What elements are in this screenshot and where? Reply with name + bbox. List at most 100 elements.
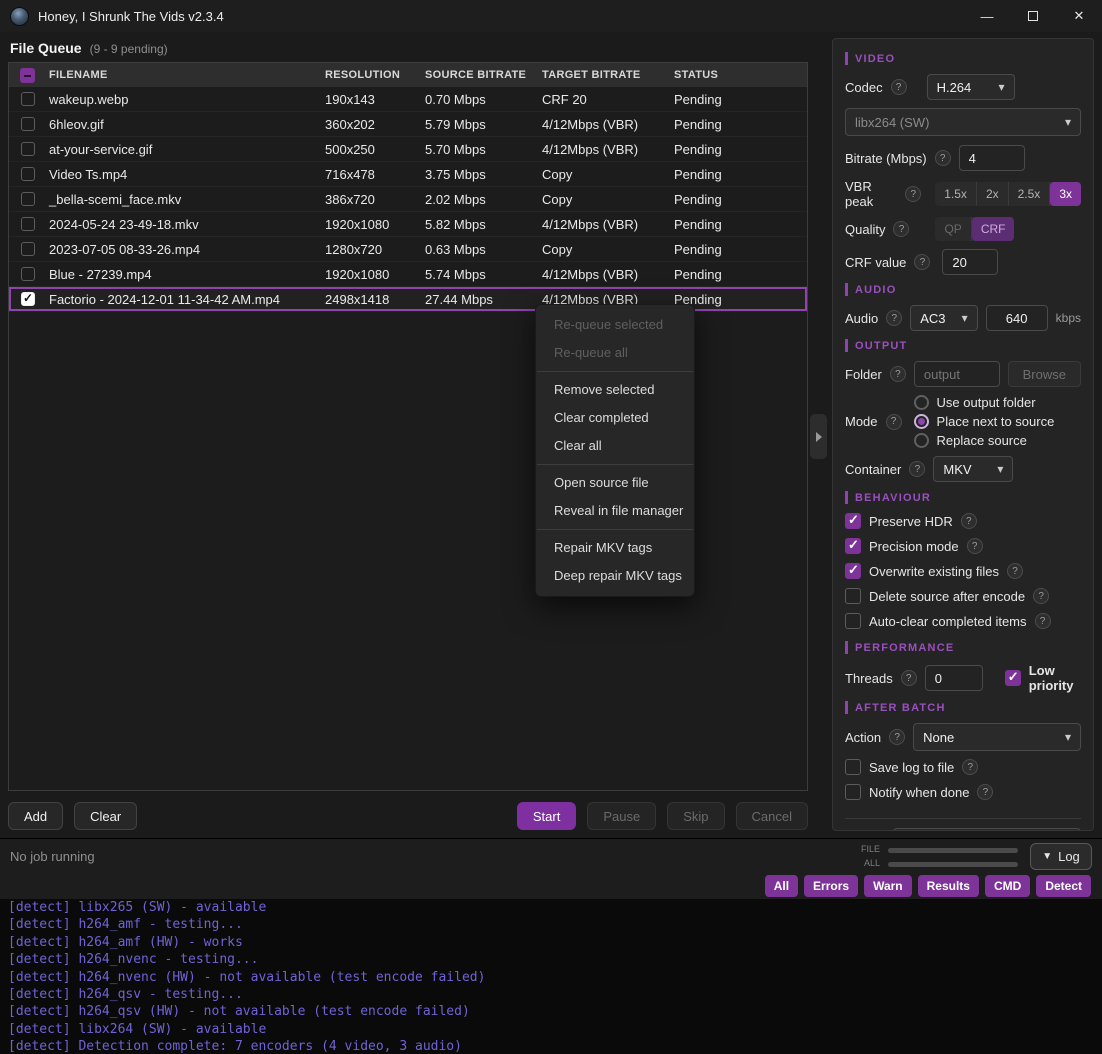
- checkbox-icon[interactable]: [845, 759, 861, 775]
- help-icon[interactable]: [1033, 588, 1049, 604]
- browse-button[interactable]: Browse: [1008, 361, 1081, 387]
- help-icon[interactable]: [962, 759, 978, 775]
- checkbox-option[interactable]: Overwrite existing files: [845, 563, 1081, 579]
- vbr-option-button[interactable]: 1.5x: [935, 182, 977, 206]
- log-filter-button[interactable]: Results: [918, 875, 979, 897]
- skip-button[interactable]: Skip: [667, 802, 724, 830]
- row-checkbox[interactable]: [21, 167, 35, 181]
- help-icon[interactable]: [909, 461, 925, 477]
- row-checkbox[interactable]: [21, 292, 35, 306]
- help-icon[interactable]: [893, 221, 909, 237]
- vbr-option-button[interactable]: 2.5x: [1009, 182, 1051, 206]
- log-filter-button[interactable]: Errors: [804, 875, 858, 897]
- mode-option[interactable]: Replace source: [914, 433, 1055, 448]
- help-icon[interactable]: [901, 670, 917, 686]
- table-row[interactable]: Video Ts.mp4 716x478 3.75 Mbps Copy Pend…: [9, 162, 807, 187]
- radio-button-icon[interactable]: [914, 395, 929, 410]
- folder-input[interactable]: [914, 361, 1000, 387]
- cancel-button[interactable]: Cancel: [736, 802, 808, 830]
- log-filter-button[interactable]: All: [765, 875, 798, 897]
- context-menu-item[interactable]: Clear completed: [536, 404, 694, 432]
- help-icon[interactable]: [1007, 563, 1023, 579]
- help-icon[interactable]: [886, 310, 902, 326]
- context-menu-item[interactable]: Deep repair MKV tags: [536, 562, 694, 590]
- context-menu-item[interactable]: Clear all: [536, 432, 694, 460]
- vbr-option-button[interactable]: 2x: [977, 182, 1009, 206]
- help-icon[interactable]: [891, 79, 907, 95]
- checkbox-icon[interactable]: [845, 784, 861, 800]
- quality-option-button[interactable]: QP: [935, 217, 971, 241]
- help-icon[interactable]: [935, 150, 951, 166]
- help-icon[interactable]: [886, 414, 902, 430]
- context-menu-item[interactable]: Remove selected: [536, 376, 694, 404]
- audio-bitrate-input[interactable]: [986, 305, 1048, 331]
- table-row[interactable]: 6hleov.gif 360x202 5.79 Mbps 4/12Mbps (V…: [9, 112, 807, 137]
- maximize-button[interactable]: [1010, 0, 1056, 32]
- table-row[interactable]: Blue - 27239.mp4 1920x1080 5.74 Mbps 4/1…: [9, 262, 807, 287]
- radio-button-icon[interactable]: [914, 414, 929, 429]
- checkbox-option[interactable]: Auto-clear completed items: [845, 613, 1081, 629]
- checkbox-icon[interactable]: [845, 563, 861, 579]
- context-menu-item[interactable]: [537, 529, 693, 530]
- checkbox-option[interactable]: Precision mode: [845, 538, 1081, 554]
- help-icon[interactable]: [967, 538, 983, 554]
- checkbox-option[interactable]: Save log to file: [845, 759, 1081, 775]
- bitrate-input[interactable]: [959, 145, 1025, 171]
- help-icon[interactable]: [889, 729, 905, 745]
- log-output[interactable]: [detect] libx265 (SW) - available [detec…: [0, 899, 1102, 1054]
- mode-option[interactable]: Use output folder: [914, 395, 1055, 410]
- pause-button[interactable]: Pause: [587, 802, 656, 830]
- context-menu-item[interactable]: Re-queue selected: [536, 311, 694, 339]
- context-menu-item[interactable]: Repair MKV tags: [536, 534, 694, 562]
- encoder-select[interactable]: libx264 (SW): [845, 108, 1081, 136]
- quality-option-button[interactable]: CRF: [972, 217, 1015, 241]
- checkbox-option[interactable]: Preserve HDR: [845, 513, 1081, 529]
- clear-button[interactable]: Clear: [74, 802, 137, 830]
- row-checkbox[interactable]: [21, 267, 35, 281]
- row-checkbox[interactable]: [21, 192, 35, 206]
- row-checkbox[interactable]: [21, 242, 35, 256]
- log-toggle-button[interactable]: ▼ Log: [1030, 843, 1092, 870]
- context-menu-item[interactable]: [537, 371, 693, 372]
- row-checkbox[interactable]: [21, 92, 35, 106]
- row-checkbox[interactable]: [21, 117, 35, 131]
- help-icon[interactable]: [977, 784, 993, 800]
- help-icon[interactable]: [905, 186, 921, 202]
- context-menu-item[interactable]: [537, 464, 693, 465]
- table-row[interactable]: 2024-05-24 23-49-18.mkv 1920x1080 5.82 M…: [9, 212, 807, 237]
- help-icon[interactable]: [914, 254, 930, 270]
- radio-button-icon[interactable]: [914, 433, 929, 448]
- action-select[interactable]: None: [913, 723, 1081, 751]
- table-row[interactable]: at-your-service.gif 500x250 5.70 Mbps 4/…: [9, 137, 807, 162]
- theme-select[interactable]: Jessica Dark: [893, 828, 1081, 831]
- help-icon[interactable]: [1035, 613, 1051, 629]
- context-menu-item[interactable]: Open source file: [536, 469, 694, 497]
- log-filter-button[interactable]: Detect: [1036, 875, 1091, 897]
- row-checkbox[interactable]: [21, 217, 35, 231]
- mode-option[interactable]: Place next to source: [914, 414, 1055, 429]
- table-row[interactable]: wakeup.webp 190x143 0.70 Mbps CRF 20 Pen…: [9, 87, 807, 112]
- sidebar-collapse-handle[interactable]: [810, 414, 827, 459]
- minimize-button[interactable]: —: [964, 0, 1010, 32]
- log-filter-button[interactable]: Warn: [864, 875, 912, 897]
- log-filter-button[interactable]: CMD: [985, 875, 1030, 897]
- checkbox-icon[interactable]: [845, 588, 861, 604]
- vbr-option-button[interactable]: 3x: [1050, 182, 1081, 206]
- low-priority-checkbox[interactable]: [1005, 670, 1021, 686]
- select-all-checkbox[interactable]: [20, 68, 35, 83]
- add-button[interactable]: Add: [8, 802, 63, 830]
- help-icon[interactable]: [890, 366, 906, 382]
- row-checkbox[interactable]: [21, 142, 35, 156]
- container-select[interactable]: MKV: [933, 456, 1013, 482]
- checkbox-option[interactable]: Notify when done: [845, 784, 1081, 800]
- crf-input[interactable]: [942, 249, 998, 275]
- table-row[interactable]: 2023-07-05 08-33-26.mp4 1280x720 0.63 Mb…: [9, 237, 807, 262]
- help-icon[interactable]: [961, 513, 977, 529]
- checkbox-icon[interactable]: [845, 613, 861, 629]
- checkbox-option[interactable]: Delete source after encode: [845, 588, 1081, 604]
- table-row[interactable]: _bella-scemi_face.mkv 386x720 2.02 Mbps …: [9, 187, 807, 212]
- context-menu-item[interactable]: Reveal in file manager: [536, 497, 694, 525]
- context-menu-item[interactable]: Re-queue all: [536, 339, 694, 367]
- audio-codec-select[interactable]: AC3: [910, 305, 977, 331]
- codec-select[interactable]: H.264: [927, 74, 1015, 100]
